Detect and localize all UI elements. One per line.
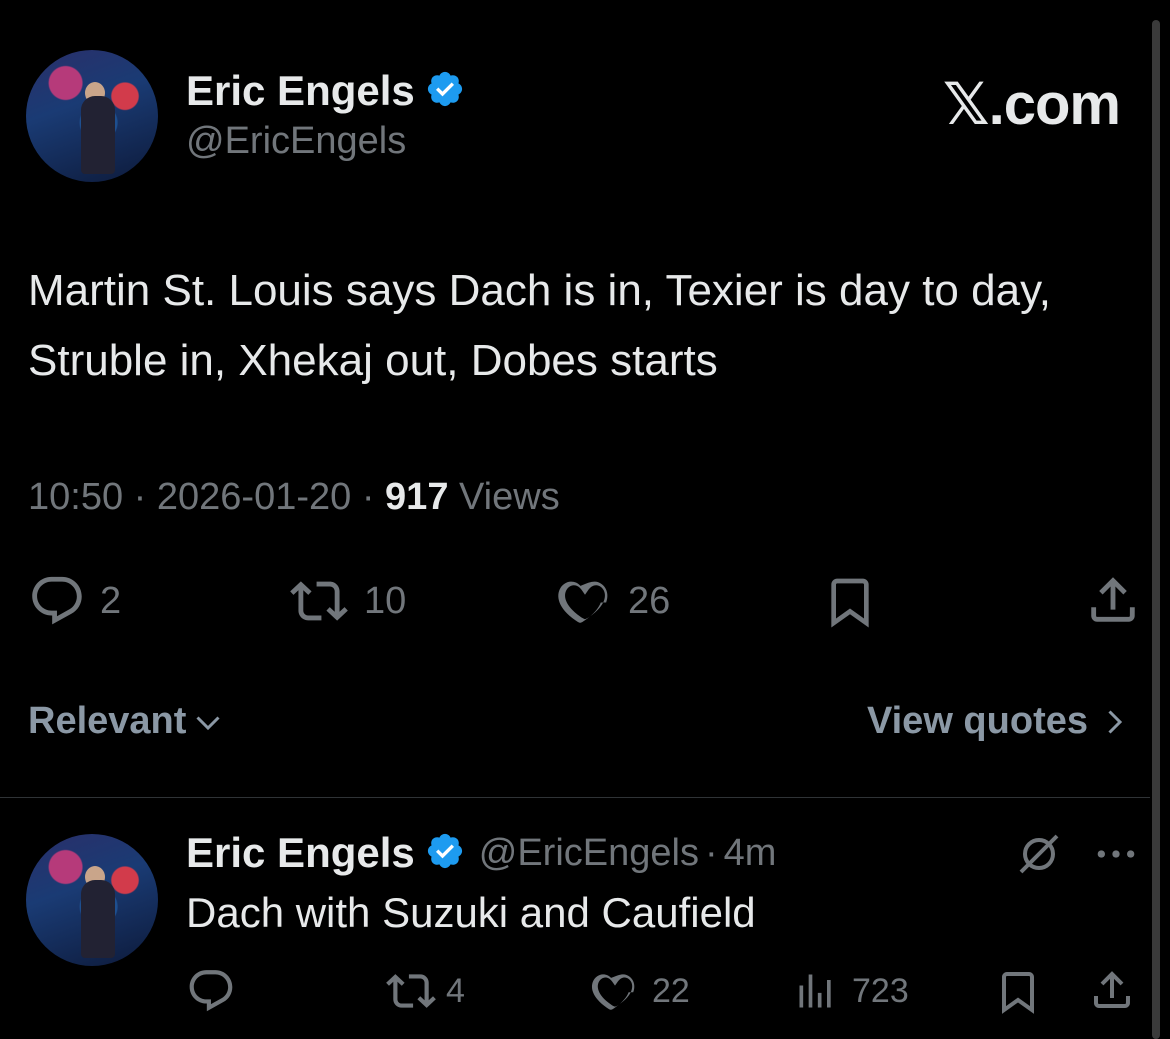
reply-views-count: 723 (852, 971, 909, 1010)
brand-watermark: 𝕏.com (942, 72, 1121, 137)
author-avatar[interactable] (26, 50, 158, 182)
author-handle[interactable]: @EricEngels (186, 120, 406, 163)
verified-badge-icon (425, 69, 465, 114)
more-icon[interactable] (1094, 840, 1138, 873)
like-button[interactable]: 26 (556, 572, 670, 630)
reply-text: Dach with Suzuki and Caufield (186, 889, 756, 936)
share-button[interactable] (1084, 570, 1142, 630)
chevron-down-icon (196, 715, 220, 730)
repost-icon (386, 974, 436, 1008)
repost-button[interactable]: 10 (288, 572, 406, 630)
reply-button[interactable]: 2 (28, 572, 121, 630)
reply-age[interactable]: 4m (724, 832, 777, 875)
author-name[interactable]: Eric Engels (186, 67, 415, 115)
reply-repost-count: 4 (446, 971, 465, 1010)
share-icon (1091, 577, 1135, 622)
share-icon (1094, 971, 1130, 1008)
reply-author-handle[interactable]: @EricEngels (479, 832, 699, 875)
reply-author-name[interactable]: Eric Engels (186, 829, 415, 877)
reply-icon (189, 970, 233, 1012)
views-icon (799, 974, 831, 1008)
reply-reply-button[interactable] (186, 966, 236, 1016)
like-icon (591, 974, 635, 1010)
tweet-text: Martin St. Louis says Dach is in, Texier… (28, 266, 1052, 385)
view-quotes-link[interactable]: View quotes (867, 700, 1132, 743)
chevron-right-icon (1108, 709, 1123, 734)
repost-count: 10 (364, 579, 407, 622)
bookmark-icon (1002, 972, 1034, 1014)
reply-author-avatar[interactable] (26, 834, 158, 966)
reply-header: Eric Engels @EricEngels · 4m (186, 829, 777, 877)
scrollbar[interactable] (1152, 20, 1160, 1039)
bookmark-button[interactable] (822, 572, 878, 632)
views-label: Views (459, 476, 560, 518)
reply-repost-button[interactable]: 4 (384, 966, 465, 1016)
reply-count: 2 (100, 579, 122, 622)
tweet-date[interactable]: 2026-01-20 (157, 476, 351, 518)
tweet-meta: 10:50 · 2026-01-20 · 917 Views (28, 476, 560, 518)
reply-share-button[interactable] (1088, 964, 1136, 1016)
sort-label: Relevant (28, 700, 187, 742)
like-count: 26 (628, 579, 671, 622)
tweet-time[interactable]: 10:50 (28, 476, 123, 518)
grok-icon[interactable] (1014, 830, 1064, 883)
divider (0, 797, 1150, 798)
sort-dropdown[interactable]: Relevant (28, 700, 226, 743)
reply-icon (32, 576, 82, 625)
reply-bookmark-button[interactable] (994, 966, 1042, 1018)
like-icon (558, 581, 608, 623)
repost-icon (290, 581, 348, 621)
verified-badge-icon (425, 831, 465, 876)
view-quotes-label: View quotes (866, 700, 1088, 742)
author-name-row: Eric Engels (186, 66, 465, 116)
reply-views-button[interactable]: 723 (794, 966, 909, 1016)
bookmark-icon (831, 578, 869, 628)
reply-like-button[interactable]: 22 (590, 966, 690, 1016)
views-count: 917 (385, 476, 449, 518)
reply-like-count: 22 (652, 971, 690, 1010)
